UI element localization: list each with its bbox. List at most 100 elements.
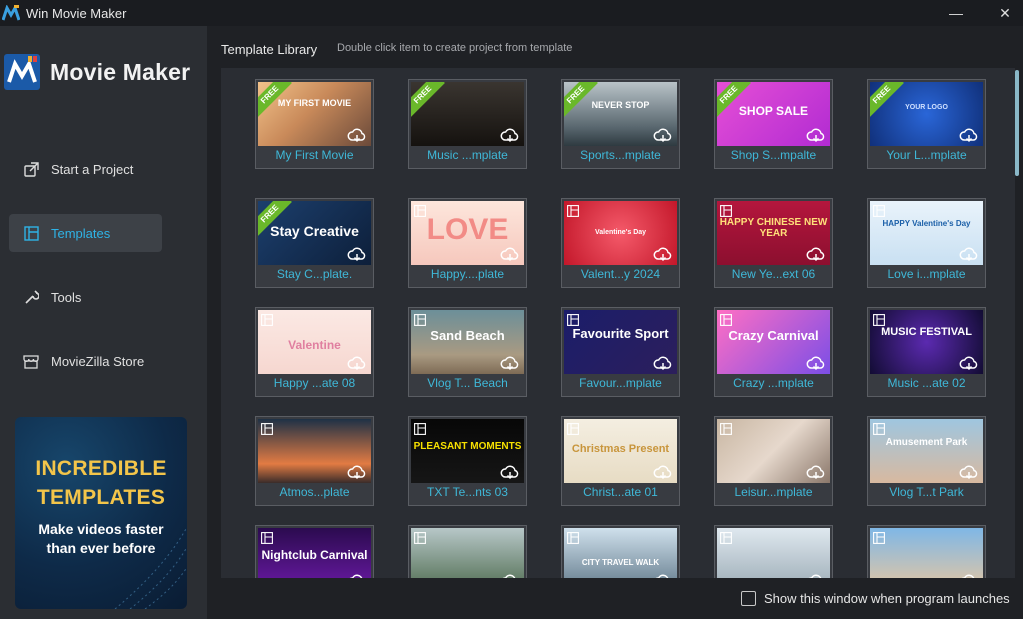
cloud-download-icon[interactable]: [806, 574, 826, 578]
template-thumbnail[interactable]: Favourite Sport: [564, 310, 677, 374]
template-label: Music ...ate 02: [887, 376, 966, 390]
close-button[interactable]: ✕: [987, 0, 1023, 26]
cloud-download-icon[interactable]: [806, 128, 826, 144]
cloud-download-icon[interactable]: [959, 574, 979, 578]
minimize-button[interactable]: —: [938, 0, 974, 26]
cloud-download-icon[interactable]: [347, 128, 367, 144]
template-tile[interactable]: Crazy Carnival Crazy ...mplate: [714, 307, 833, 397]
cloud-download-icon[interactable]: [500, 247, 520, 263]
template-tile[interactable]: Leisur...mplate: [714, 416, 833, 506]
thumbnail-title: YOUR LOGO: [905, 104, 948, 111]
thumbnail-title: HAPPY CHINESE NEW YEAR: [719, 217, 828, 239]
template-thumbnail[interactable]: Valentine's Day: [564, 201, 677, 265]
cloud-download-icon[interactable]: [347, 247, 367, 263]
template-thumbnail[interactable]: MY FIRST MOVIE FREE: [258, 82, 371, 146]
template-tile[interactable]: Sand Beach Vlog T... Beach: [408, 307, 527, 397]
template-tile[interactable]: PLEASANT MOMENTS TXT Te...nts 03: [408, 416, 527, 506]
template-thumbnail[interactable]: MUSIC FESTIVAL: [870, 310, 983, 374]
template-thumbnail[interactable]: [258, 419, 371, 483]
template-tile[interactable]: HAPPY Valentine's Day Love i...mplate: [867, 198, 986, 288]
thumbnail-title: Nightclub Carnival: [261, 548, 368, 562]
template-thumbnail[interactable]: LOVE: [411, 201, 524, 265]
template-tile[interactable]: Christmas Present Christ...ate 01: [561, 416, 680, 506]
template-tile[interactable]: HAPPY CHINESE NEW YEAR New Ye...ext 06: [714, 198, 833, 288]
template-thumbnail[interactable]: [717, 528, 830, 578]
template-tile[interactable]: Valentine's Day Valent...y 2024: [561, 198, 680, 288]
template-thumbnail[interactable]: Crazy Carnival: [717, 310, 830, 374]
template-tile[interactable]: Valentine Happy ...ate 08: [255, 307, 374, 397]
cloud-download-icon[interactable]: [653, 356, 673, 372]
cloud-download-icon[interactable]: [500, 465, 520, 481]
cloud-download-icon[interactable]: [806, 247, 826, 263]
template-thumbnail[interactable]: YOUR LOGO FREE: [870, 82, 983, 146]
nav-moviezilla-store[interactable]: MovieZilla Store: [9, 342, 162, 380]
template-tile[interactable]: Stay Creative FREE Stay C...plate.: [255, 198, 374, 288]
cloud-download-icon[interactable]: [653, 128, 673, 144]
template-tile[interactable]: [867, 525, 986, 578]
cloud-download-icon[interactable]: [347, 356, 367, 372]
template-tile[interactable]: Favourite Sport Favour...mplate: [561, 307, 680, 397]
template-tile[interactable]: FREE Music ...mplate: [408, 79, 527, 169]
thumbnail-title: Christmas Present: [571, 443, 670, 455]
template-thumbnail[interactable]: HAPPY CHINESE NEW YEAR: [717, 201, 830, 265]
template-tile[interactable]: CITY TRAVEL WALK: [561, 525, 680, 578]
cloud-download-icon[interactable]: [653, 465, 673, 481]
template-tile[interactable]: YOUR LOGO FREE Your L...mplate: [867, 79, 986, 169]
window-title: Win Movie Maker: [26, 5, 127, 21]
template-thumbnail[interactable]: Christmas Present: [564, 419, 677, 483]
template-thumbnail[interactable]: Sand Beach: [411, 310, 524, 374]
nav-tools[interactable]: Tools: [9, 278, 162, 316]
template-tile[interactable]: LOVE Happy....plate: [408, 198, 527, 288]
template-type-icon: [567, 422, 579, 435]
template-label: Sports...mplate: [580, 148, 661, 162]
template-thumbnail[interactable]: FREE: [411, 82, 524, 146]
template-tile[interactable]: [408, 525, 527, 578]
promo-banner[interactable]: INCREDIBLE TEMPLATES Make videos faster …: [15, 417, 187, 609]
cloud-download-icon[interactable]: [959, 465, 979, 481]
template-thumbnail[interactable]: Stay Creative FREE: [258, 201, 371, 265]
cloud-download-icon[interactable]: [347, 574, 367, 578]
cloud-download-icon[interactable]: [653, 574, 673, 578]
thumbnail-title: Valentine: [288, 338, 341, 352]
template-thumbnail[interactable]: Nightclub Carnival: [258, 528, 371, 578]
template-tile[interactable]: MUSIC FESTIVAL Music ...ate 02: [867, 307, 986, 397]
cloud-download-icon[interactable]: [500, 356, 520, 372]
template-thumbnail[interactable]: Amusement Park: [870, 419, 983, 483]
template-thumbnail[interactable]: [411, 528, 524, 578]
template-thumbnail[interactable]: [717, 419, 830, 483]
template-thumbnail[interactable]: HAPPY Valentine's Day: [870, 201, 983, 265]
cloud-download-icon[interactable]: [653, 247, 673, 263]
template-tile[interactable]: Amusement Park Vlog T...t Park: [867, 416, 986, 506]
thumbnail-title: SHOP SALE: [738, 104, 809, 118]
template-tile[interactable]: NEVER STOP FREE Sports...mplate: [561, 79, 680, 169]
template-label: Favour...mplate: [579, 376, 662, 390]
template-thumbnail[interactable]: [870, 528, 983, 578]
cloud-download-icon[interactable]: [500, 574, 520, 578]
cloud-download-icon[interactable]: [500, 128, 520, 144]
cloud-download-icon[interactable]: [806, 356, 826, 372]
template-thumbnail[interactable]: SHOP SALE FREE: [717, 82, 830, 146]
cloud-download-icon[interactable]: [806, 465, 826, 481]
cloud-download-icon[interactable]: [959, 247, 979, 263]
nav-start-project[interactable]: Start a Project: [9, 150, 162, 188]
cloud-download-icon[interactable]: [959, 128, 979, 144]
template-tile[interactable]: Atmos...plate: [255, 416, 374, 506]
template-label: Christ...ate 01: [583, 485, 658, 499]
grid-scrollbar[interactable]: [1015, 70, 1019, 176]
template-tile[interactable]: MY FIRST MOVIE FREE My First Movie: [255, 79, 374, 169]
cloud-download-icon[interactable]: [347, 465, 367, 481]
template-tile[interactable]: SHOP SALE FREE Shop S...mpalte: [714, 79, 833, 169]
cloud-download-icon[interactable]: [959, 356, 979, 372]
show-on-launch-checkbox[interactable]: [741, 591, 756, 606]
template-tile[interactable]: Nightclub Carnival: [255, 525, 374, 578]
template-thumbnail[interactable]: NEVER STOP FREE: [564, 82, 677, 146]
template-tile[interactable]: [714, 525, 833, 578]
template-thumbnail[interactable]: CITY TRAVEL WALK: [564, 528, 677, 578]
template-thumbnail[interactable]: PLEASANT MOMENTS: [411, 419, 524, 483]
show-on-launch-label[interactable]: Show this window when program launches: [764, 591, 1010, 606]
thumbnail-title: NEVER STOP: [591, 100, 650, 110]
thumbnail-title: Amusement Park: [885, 437, 968, 448]
template-thumbnail[interactable]: Valentine: [258, 310, 371, 374]
template-label: Love i...mplate: [887, 267, 966, 281]
nav-templates[interactable]: Templates: [9, 214, 162, 252]
